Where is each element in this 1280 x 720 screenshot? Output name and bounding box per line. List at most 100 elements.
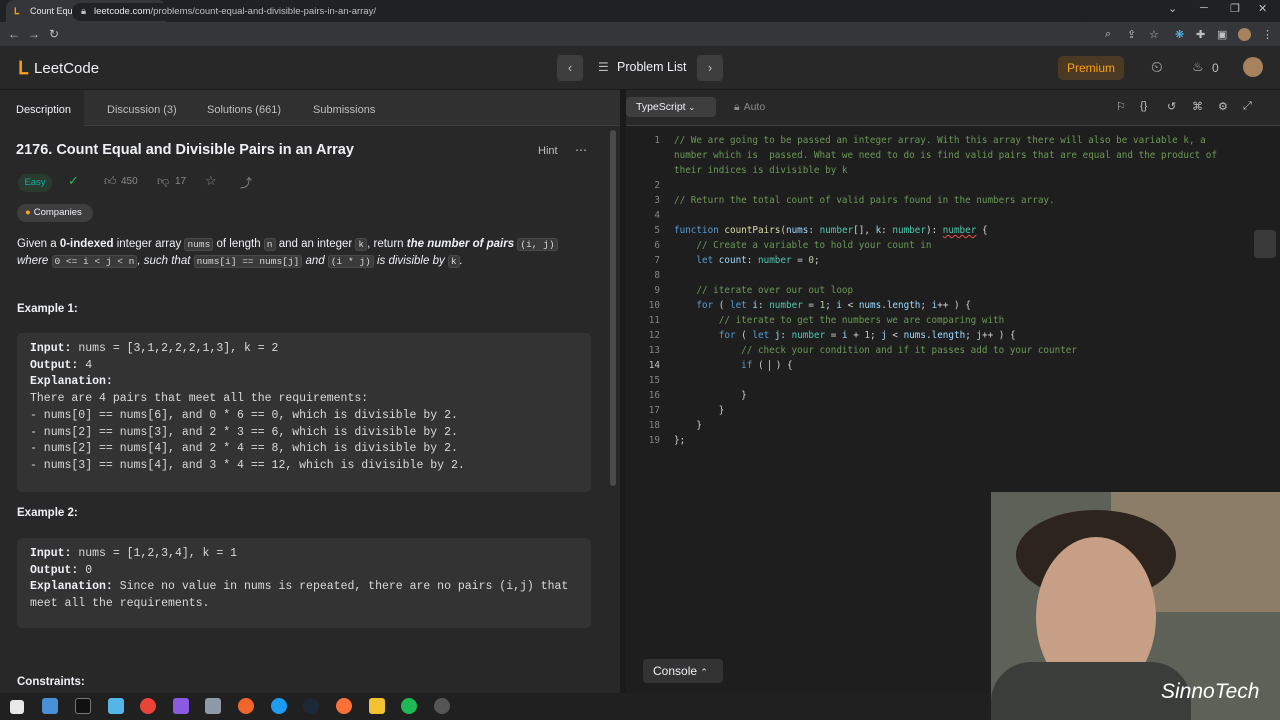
output-value: 0 — [78, 563, 93, 577]
leetcode-favicon-icon: ᒪ — [14, 6, 20, 16]
braces-icon[interactable]: {} — [1140, 100, 1147, 112]
thumbs-up-icon[interactable]: 👍︎ — [104, 174, 117, 189]
console-button[interactable]: Console ⌃ — [643, 659, 723, 683]
desc-italic: where — [17, 255, 49, 267]
tab-submissions[interactable]: Submissions — [313, 90, 375, 126]
chrome-icon[interactable] — [140, 698, 156, 714]
steam-icon[interactable] — [303, 698, 319, 714]
forward-arrow-icon[interactable]: → — [24, 27, 44, 41]
user-avatar[interactable] — [1243, 57, 1263, 77]
side-panel-toggle[interactable] — [1254, 230, 1276, 258]
webcam-overlay: SinnoTech — [991, 492, 1280, 720]
list-icon: ☰ — [598, 60, 609, 74]
desc-code: nums — [184, 238, 214, 251]
output-label: Output: — [30, 563, 79, 577]
output-label: Output: — [30, 358, 79, 372]
tab-discussion[interactable]: Discussion (3) — [107, 90, 177, 126]
solved-check-icon: ✓ — [68, 173, 79, 188]
companies-tag[interactable]: ● Companies — [17, 204, 93, 222]
desc-code: k — [355, 238, 368, 251]
spotify-icon[interactable] — [401, 698, 417, 714]
thumbs-down-icon[interactable]: 👎︎ — [157, 174, 169, 189]
next-problem-button[interactable]: › — [697, 55, 723, 81]
input-label: Input: — [30, 547, 72, 560]
explanation-label: Explanation: — [30, 375, 113, 389]
shortcuts-icon[interactable]: ⌘ — [1192, 100, 1203, 113]
terminal-icon[interactable] — [75, 698, 91, 714]
input-label: Input: — [30, 342, 72, 355]
tab-description[interactable]: Description — [0, 90, 84, 126]
share-icon[interactable]: ⇪ — [1127, 28, 1136, 41]
leetcode-logo[interactable]: ᒪ LeetCode — [18, 58, 99, 79]
timer-icon[interactable]: ⏲ — [1151, 59, 1163, 76]
explanation-label: Explanation: — [30, 580, 113, 594]
extension-icon[interactable]: ❋ — [1175, 28, 1184, 41]
side-panel-icon[interactable]: ▣ — [1217, 28, 1227, 41]
description-panel: Description Discussion (3) Solutions (66… — [0, 90, 620, 693]
favorite-star-icon[interactable]: ☆ — [205, 173, 217, 189]
current-line-number: 14 — [648, 360, 660, 371]
more-options-icon[interactable]: ⋯ — [575, 143, 587, 157]
language-label: TypeScript — [636, 101, 686, 113]
url-domain: leetcode.com — [94, 6, 151, 17]
watermark-text: SinnoTech — [1161, 680, 1260, 703]
app-icon[interactable] — [205, 698, 221, 714]
task-view-icon[interactable] — [42, 698, 58, 714]
desc-text: of length — [213, 238, 264, 250]
desc-text: , return — [367, 238, 407, 250]
settings-gear-icon[interactable]: ⚙ — [1218, 100, 1228, 113]
back-arrow-icon[interactable]: ← — [4, 27, 24, 41]
reset-icon[interactable]: ↺ — [1167, 100, 1176, 113]
profile-avatar[interactable] — [1238, 28, 1251, 41]
minimize-icon[interactable]: ─ — [1200, 2, 1208, 14]
tab-search-icon[interactable]: ⌄ — [1168, 2, 1177, 15]
app-icon[interactable] — [271, 698, 287, 714]
premium-button[interactable]: Premium — [1058, 56, 1124, 80]
maximize-icon[interactable]: ❐ — [1230, 2, 1240, 15]
share-link-icon[interactable]: ⤴ — [240, 174, 252, 191]
desc-italic: is divisible by — [376, 255, 445, 267]
desc-code: (i, j) — [517, 238, 558, 251]
app-icon[interactable] — [369, 698, 385, 714]
description-scrollbar[interactable] — [610, 130, 616, 486]
problem-title: 2176. Count Equal and Divisible Pairs in… — [16, 142, 354, 158]
console-label: Console — [653, 664, 698, 678]
editor-toolbar: TypeScript ⌄ 🔒︎ Auto ⚐ {} ↺ ⌘ ⚙ ⤢ — [626, 90, 1280, 126]
prev-problem-button[interactable]: ‹ — [557, 55, 583, 81]
app-icon[interactable] — [434, 698, 450, 714]
firefox-icon[interactable] — [336, 698, 352, 714]
obs-icon[interactable] — [173, 698, 189, 714]
streak-fire-icon[interactable]: ♨ — [1192, 59, 1204, 75]
fullscreen-icon[interactable]: ⤢ — [1243, 100, 1252, 113]
url-field[interactable]: 🔒︎ leetcode.com/problems/count-equal-and-… — [72, 3, 1092, 21]
desc-code: (i * j) — [327, 255, 374, 268]
tab-solutions[interactable]: Solutions (661) — [207, 90, 281, 126]
start-icon[interactable] — [10, 700, 24, 714]
auto-mode[interactable]: 🔒︎ Auto — [724, 97, 778, 117]
chrome-menu-icon[interactable]: ⋮ — [1262, 28, 1273, 41]
explanation-line: - nums[2] == nums[4], and 2 * 4 == 8, wh… — [30, 442, 458, 456]
reload-icon[interactable]: ↻ — [44, 27, 64, 41]
language-select[interactable]: TypeScript ⌄ — [626, 97, 716, 117]
desc-code: k — [447, 255, 460, 268]
extensions-puzzle-icon[interactable]: ✚ — [1196, 28, 1205, 41]
desc-italic: . — [459, 255, 463, 267]
bookmark-star-icon[interactable]: ☆ — [1149, 28, 1159, 41]
desc-code: n — [263, 238, 276, 251]
zoom-icon[interactable]: ⌕ — [1105, 28, 1111, 41]
explanation-line: Since no value in nums is repeated, ther… — [112, 580, 569, 594]
app-icon[interactable] — [238, 698, 254, 714]
bookmark-icon[interactable]: ⚐ — [1116, 100, 1126, 113]
window-close-icon[interactable]: ✕ — [1258, 2, 1267, 15]
leetcode-header: ᒪ LeetCode ‹ ☰ Problem List › Premium ⏲ … — [0, 46, 1280, 90]
streak-count: 0 — [1212, 61, 1219, 75]
lock-icon: 🔒︎ — [81, 6, 87, 17]
desc-bold: 0-indexed — [59, 238, 114, 250]
likes-count: 450 — [121, 176, 138, 187]
problem-list-link[interactable]: Problem List — [617, 60, 686, 74]
hint-button[interactable]: Hint — [538, 145, 558, 157]
desc-text: and an integer — [275, 238, 356, 250]
app-icon[interactable] — [108, 698, 124, 714]
example-1-heading: Example 1: — [17, 303, 78, 315]
dislikes-count: 17 — [175, 176, 187, 187]
